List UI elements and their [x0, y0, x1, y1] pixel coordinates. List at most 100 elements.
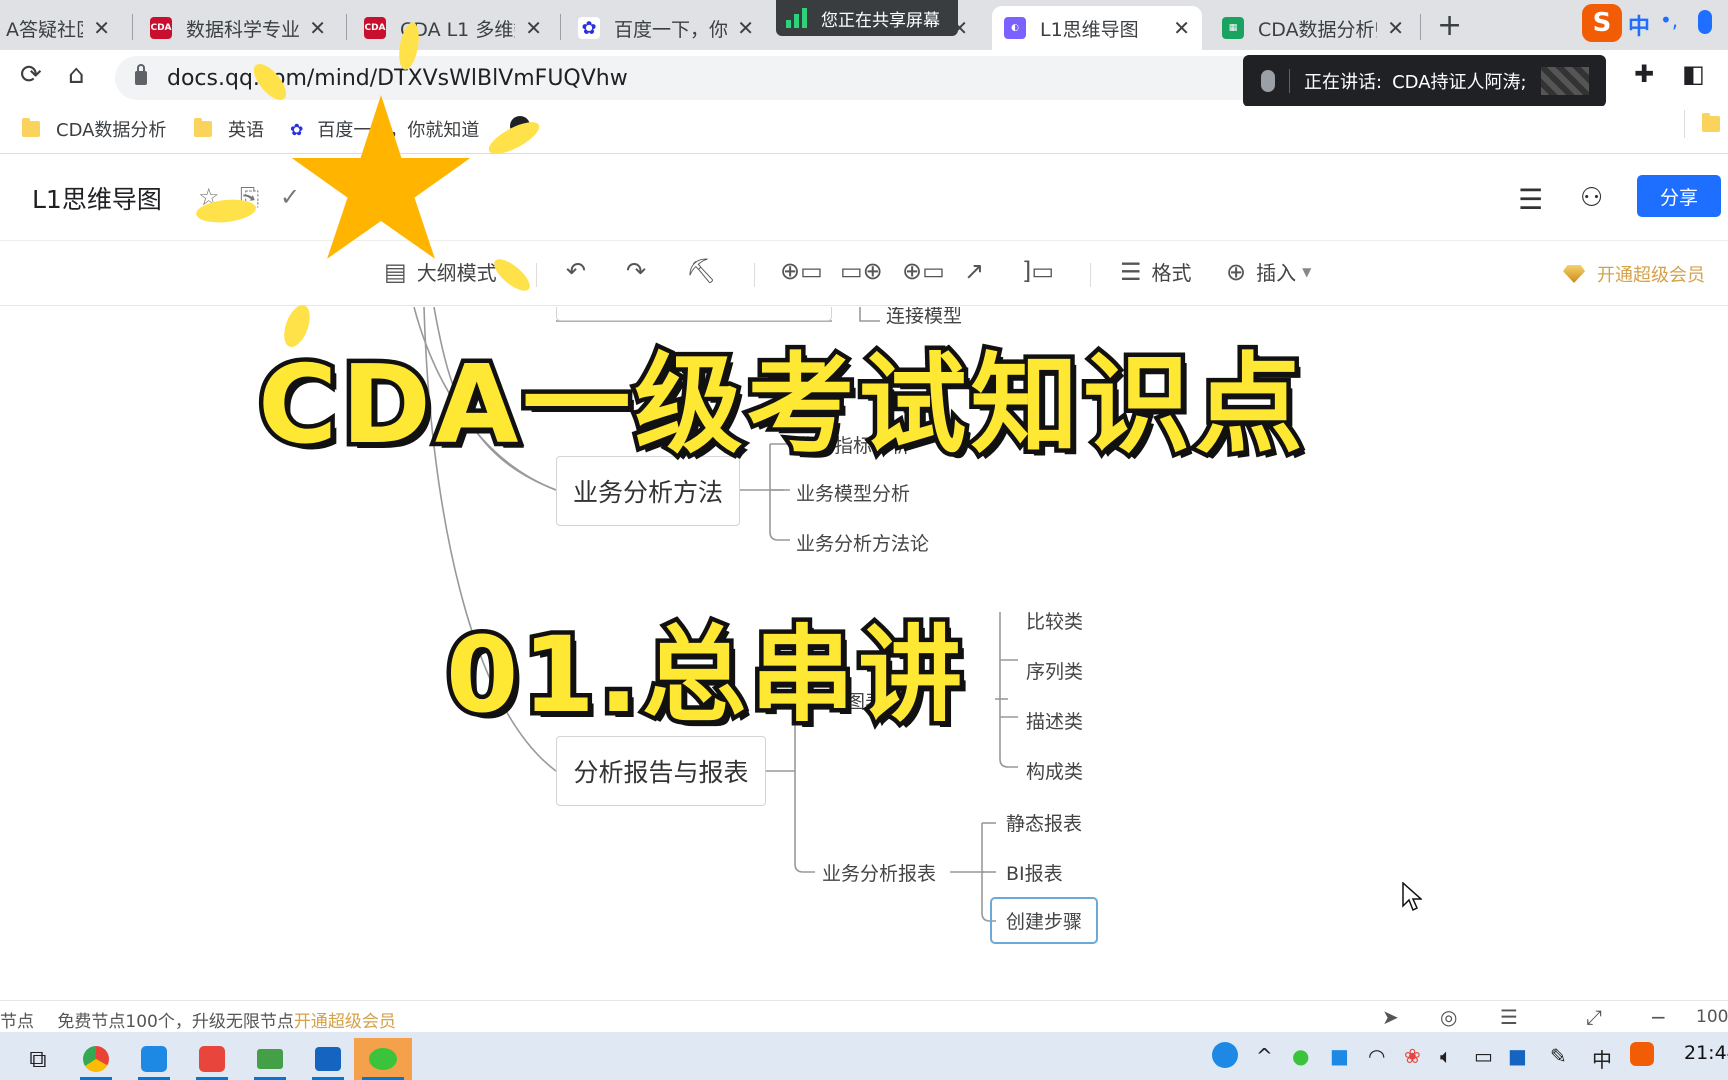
new-tab-button[interactable]: +	[1437, 8, 1462, 43]
sync-tray-icon[interactable]: ❀	[1404, 1044, 1421, 1068]
wechat-logo-icon	[369, 1048, 397, 1070]
close-icon[interactable]: ✕	[525, 16, 542, 40]
browser-tab-mindmap[interactable]: ◐ L1思维导图 ✕	[992, 6, 1202, 50]
leaf-static-report[interactable]: 静态报表	[1006, 809, 1082, 836]
outline-mode-button[interactable]: ▤ 大纲模式	[384, 257, 497, 286]
close-icon[interactable]: ✕	[737, 16, 754, 40]
zoom-out-icon[interactable]: −	[1650, 1005, 1667, 1029]
sogou-tray-icon[interactable]	[1630, 1042, 1654, 1066]
app-tray-icon[interactable]: ■	[1330, 1044, 1349, 1068]
browser-tab-qa[interactable]: A答疑社区_ ✕	[0, 6, 122, 50]
fullscreen-icon[interactable]: ⤢	[1586, 1005, 1602, 1029]
remote-taskbar-icon[interactable]	[246, 1038, 294, 1080]
summary-icon[interactable]: ]▭	[1022, 257, 1054, 285]
close-icon[interactable]: ✕	[1387, 16, 1404, 40]
outline-list-icon[interactable]: ☰	[1500, 1005, 1518, 1029]
ime-tray-label[interactable]: 中	[1592, 1044, 1612, 1073]
add-parent-node-icon[interactable]: ⊕▭	[902, 257, 945, 285]
ime-mic-icon[interactable]	[1698, 10, 1712, 34]
meeting-taskbar-icon[interactable]	[304, 1038, 352, 1080]
close-icon[interactable]: ✕	[1173, 16, 1190, 40]
meeting-tray-icon[interactable]: ■	[1508, 1044, 1527, 1068]
tab-title: 数据科学专业i	[186, 18, 300, 41]
home-icon[interactable]: ⌂	[68, 60, 85, 90]
add-collaborator-icon[interactable]: ⚇	[1580, 183, 1603, 213]
wps-taskbar-icon[interactable]	[188, 1038, 236, 1080]
app-icon	[257, 1049, 283, 1069]
menu-icon[interactable]: ☰	[1518, 183, 1543, 216]
bookmark-other[interactable]	[1702, 113, 1728, 132]
leaf-bi-report[interactable]: BI报表	[1006, 859, 1063, 886]
add-child-node-icon[interactable]: ⊕▭	[780, 257, 823, 285]
share-button[interactable]: 分享	[1637, 175, 1721, 217]
page-title[interactable]: L1思维导图	[32, 180, 162, 216]
wechat-taskbar-icon[interactable]	[354, 1038, 412, 1080]
app-blue-taskbar-icon[interactable]	[130, 1038, 178, 1080]
vip-upgrade-link[interactable]: 开通超级会员	[1563, 261, 1705, 287]
tab-separator	[132, 14, 133, 40]
chevron-up-icon[interactable]: ^	[1256, 1044, 1273, 1068]
node-business-report[interactable]: 业务分析报表	[822, 859, 936, 886]
chrome-taskbar-icon[interactable]	[72, 1038, 120, 1080]
help-icon[interactable]	[1212, 1042, 1238, 1068]
zoom-level[interactable]: 100%	[1696, 1007, 1728, 1027]
format-button[interactable]: ☰ 格式	[1120, 257, 1192, 286]
share-banner-text: 您正在共享屏幕	[821, 10, 940, 31]
center-target-icon[interactable]: ◎	[1440, 1005, 1457, 1029]
extensions-icon[interactable]: ✚	[1634, 60, 1654, 88]
battery-icon[interactable]: ▭	[1474, 1044, 1493, 1068]
leaf-describe[interactable]: 描述类	[1026, 707, 1083, 734]
video-headline: CDA一级考试知识点	[254, 339, 1307, 473]
doc-header: L1思维导图 ☆ ⎘ ✓ ☰ ⚇ 分享	[0, 155, 1728, 239]
vip-link[interactable]: 开通超级会员	[294, 1012, 396, 1032]
volume-icon[interactable]: 🔈︎	[1440, 1044, 1452, 1068]
add-sibling-node-icon[interactable]: ▭⊕	[840, 257, 883, 285]
folder-icon	[22, 118, 40, 137]
speaking-label: 正在讲话:	[1304, 72, 1383, 93]
leaf-compose[interactable]: 构成类	[1026, 757, 1083, 784]
task-view-icon[interactable]: ⧉	[14, 1038, 62, 1080]
folder-icon	[1702, 113, 1720, 132]
browser-tab-baidu[interactable]: ✿ 百度一下，你就 ✕	[566, 6, 766, 50]
reload-icon[interactable]: ⟳	[20, 60, 42, 90]
browser-tab-datascience[interactable]: CDA 数据科学专业i ✕	[138, 6, 338, 50]
signal-bars-icon	[786, 8, 807, 28]
close-icon[interactable]: ✕	[93, 16, 110, 40]
format-painter-icon[interactable]: ⛏	[686, 257, 716, 285]
undo-icon[interactable]: ↶	[566, 257, 586, 285]
bookmark-english[interactable]: 英语	[194, 116, 264, 142]
leaf-methodology[interactable]: 业务分析方法论	[796, 529, 929, 556]
close-icon[interactable]: ✕	[309, 16, 326, 40]
ime-mode-label[interactable]: 中	[1628, 9, 1650, 41]
ime-punct-icon[interactable]: •,	[1660, 8, 1678, 32]
bookmark-cda[interactable]: CDA数据分析	[22, 116, 166, 142]
pen-icon[interactable]: ✎	[1550, 1044, 1567, 1068]
locate-icon[interactable]: ➤	[1382, 1005, 1399, 1029]
insert-button[interactable]: ⊕ 插入 ▼	[1226, 257, 1311, 286]
bookmark-label: CDA数据分析	[56, 120, 167, 141]
app-icon	[199, 1046, 225, 1072]
wifi-icon[interactable]: ◠	[1368, 1044, 1385, 1068]
leaf-compare[interactable]: 比较类	[1026, 607, 1083, 634]
speaking-name: CDA持证人阿涛;	[1392, 72, 1527, 93]
toolbar-separator	[1090, 263, 1091, 287]
redo-icon[interactable]: ↷	[626, 257, 646, 285]
lock-icon	[135, 64, 147, 85]
node-report[interactable]: 分析报告与报表	[556, 736, 766, 806]
relation-line-icon[interactable]: ↗	[964, 257, 984, 285]
leaf-model-analysis[interactable]: 业务模型分析	[796, 479, 910, 506]
browser-tab-cda-l1[interactable]: CDA CDA L1 多维数 ✕	[352, 6, 554, 50]
format-label: 格式	[1151, 261, 1192, 285]
outline-icon: ▤	[384, 257, 407, 286]
leaf-create-steps[interactable]: 创建步骤	[990, 897, 1099, 944]
caret-down-icon: ▼	[1302, 264, 1312, 279]
leaf-sequence[interactable]: 序列类	[1026, 657, 1083, 684]
sogou-ime-icon[interactable]: S	[1582, 4, 1622, 42]
insert-label: 插入	[1256, 261, 1297, 285]
app-icon	[141, 1046, 167, 1072]
system-clock[interactable]: 21:44	[1684, 1042, 1728, 1064]
screen-share-banner[interactable]: 您正在共享屏幕	[776, 0, 958, 36]
browser-tab-cda-sheet[interactable]: ▦ CDA数据分析师 ✕	[1210, 6, 1416, 50]
wechat-tray-icon[interactable]: ●	[1292, 1044, 1309, 1068]
side-panel-icon[interactable]: ◧	[1682, 60, 1705, 88]
